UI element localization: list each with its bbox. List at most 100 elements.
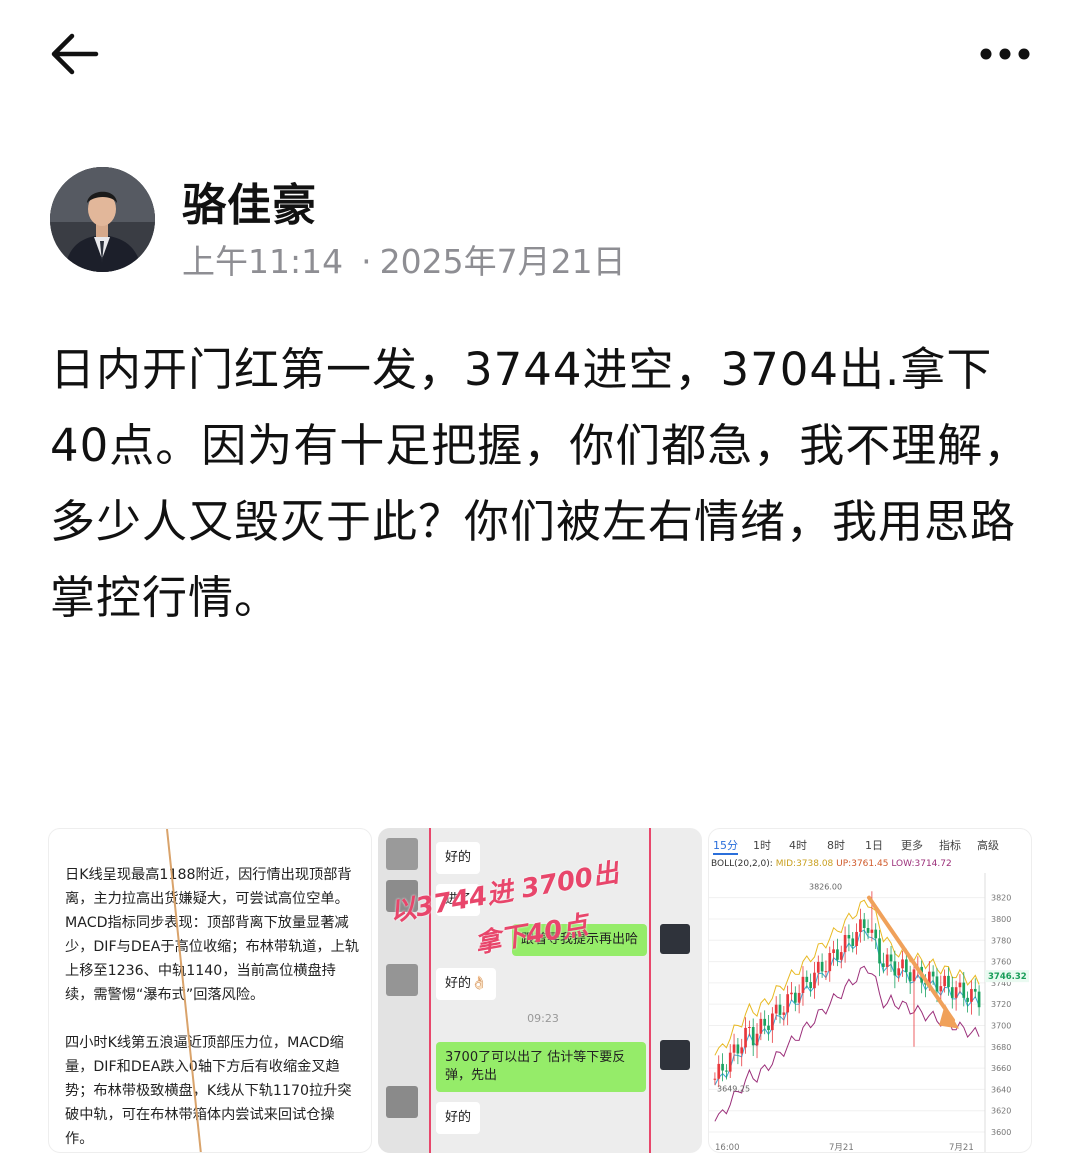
chart-tabs: 15分 1时 4时 8时 1日 更多 指标 高级 [709, 835, 1031, 855]
candle-body [851, 938, 855, 946]
candle-body [725, 1070, 728, 1072]
post-image-chart[interactable]: 15分 1时 4时 8时 1日 更多 指标 高级 BOLL(20,2,0): MID:3738… [708, 828, 1032, 1153]
y-tick-label: 3700 [991, 1021, 1011, 1030]
candle-body [843, 934, 847, 953]
candle-body [732, 1044, 736, 1053]
candle-body [954, 987, 958, 998]
chart-tab[interactable]: 8时 [827, 837, 845, 853]
y-tick-label: 3720 [991, 1000, 1011, 1009]
candle-body [721, 1063, 724, 1071]
chart-tab[interactable]: 指标 [939, 837, 961, 853]
chart-tab[interactable]: 更多 [901, 837, 923, 853]
author-name[interactable]: 骆佳豪 [182, 169, 317, 233]
high-label: 3826.00 [809, 882, 842, 891]
post-text: 日内开门红第一发，3744进空，3704出.拿下40点。因为有十足把握，你们都急… [50, 343, 1030, 624]
candle-body [973, 988, 977, 992]
candle-body [801, 976, 805, 993]
candle-body [763, 1018, 767, 1026]
chat-timestamp: 09:23 [527, 1012, 559, 1025]
candle-body [828, 953, 832, 972]
candle-body [713, 1078, 717, 1080]
candle-body [897, 968, 901, 976]
chart-tab[interactable]: 1日 [865, 837, 883, 853]
candle-body [836, 949, 839, 960]
candle-body [824, 971, 828, 973]
candle-body [950, 987, 954, 998]
chat-message: 好的👌🏻 [436, 968, 497, 1000]
y-tick-label: 3800 [991, 915, 1011, 924]
y-tick-label: 3660 [991, 1064, 1011, 1073]
y-tick-label: 3760 [991, 958, 1011, 967]
candle-body [793, 992, 797, 1003]
candle-body [905, 959, 908, 973]
candle-body [805, 976, 809, 983]
candle-body [839, 952, 843, 960]
candle-body [778, 1004, 782, 1015]
candle-body [901, 959, 904, 969]
back-button[interactable] [48, 30, 104, 78]
candle-body [870, 929, 874, 933]
chart-tab[interactable]: 1时 [753, 837, 771, 853]
x-tick-label: 7月21 [829, 1143, 854, 1153]
candle-body [832, 949, 835, 954]
more-button[interactable] [972, 38, 1036, 70]
candle-body [931, 971, 935, 977]
candle-body [874, 929, 878, 939]
candle-body [885, 954, 889, 967]
candle-body [947, 975, 950, 988]
candle-body [728, 1052, 732, 1072]
arrow-left-icon [51, 33, 99, 75]
image-grid: 日K线呈现最高1188附近，因行情出现顶部背离，主力拉高出货嫌疑大，可尝试高位空… [48, 828, 1032, 1153]
y-tick-label: 3680 [991, 1043, 1011, 1052]
post-date: 2025年7月21日 [379, 242, 626, 281]
candle-body [774, 1004, 778, 1014]
candle-body [813, 972, 816, 989]
candle-body [962, 982, 966, 998]
x-tick-label: 16:00 [715, 1143, 740, 1153]
chat-message: 3700了可以出了 估计等下要反弹，先出 [436, 1042, 646, 1092]
boll-mid-line [714, 929, 980, 1086]
chat-message: 好的 [436, 842, 481, 874]
chat-message: 好的 [436, 1102, 481, 1134]
candle-body [771, 1013, 774, 1031]
candle-body [809, 982, 812, 989]
candle-body [847, 934, 851, 939]
candle-body [736, 1044, 740, 1054]
candle-body [740, 1047, 744, 1054]
post-image-analysis[interactable]: 日K线呈现最高1188附近，因行情出现顶部背离，主力拉高出货嫌疑大，可尝试高位空… [48, 828, 372, 1153]
meta-separator: · [361, 242, 372, 281]
y-tick-label: 3820 [991, 894, 1011, 903]
chart-tab[interactable]: 4时 [789, 837, 807, 853]
y-tick-label: 3640 [991, 1085, 1011, 1094]
candle-body [866, 927, 870, 933]
candle-body [977, 991, 981, 1008]
boll-name: BOLL(20,2,0): [711, 859, 773, 869]
candle-body [748, 1027, 751, 1029]
candle-body [855, 931, 858, 946]
post-meta: 上午11:14 · 2025年7月21日 [182, 235, 626, 283]
chart-tab[interactable]: 高级 [977, 837, 999, 853]
candle-body [935, 976, 939, 992]
candle-body [717, 1063, 721, 1079]
candle-body [755, 1033, 759, 1046]
candle-body [943, 975, 946, 987]
candle-body [820, 961, 824, 972]
candle-body [767, 1025, 770, 1031]
author-row: 骆佳豪 上午11:14 · 2025年7月21日 [50, 167, 1030, 281]
boll-low: LOW:3714.72 [891, 859, 952, 869]
candle-body [859, 919, 862, 932]
candle-body [782, 1012, 786, 1015]
candlestick-chart: 3820380037803760374037203700368036603640… [709, 873, 1029, 1153]
chart-tab[interactable]: 15分 [713, 837, 738, 855]
candle-body [759, 1018, 763, 1034]
post-image-chat[interactable]: 好的 进了 跟着导我提示再出哈 好的👌🏻 09:23 3700了可以出了 估计等… [378, 828, 702, 1153]
candle-body [786, 994, 789, 1013]
candle-body [862, 919, 866, 928]
candle-body [908, 972, 912, 982]
boll-indicator: BOLL(20,2,0): MID:3738.08 UP:3761.45 LOW… [711, 859, 952, 869]
avatar[interactable] [50, 167, 155, 272]
boll-up: UP:3761.45 [836, 859, 889, 869]
candle-body [790, 992, 793, 995]
candle-body [878, 938, 881, 964]
boll-mid: MID:3738.08 [775, 859, 834, 869]
